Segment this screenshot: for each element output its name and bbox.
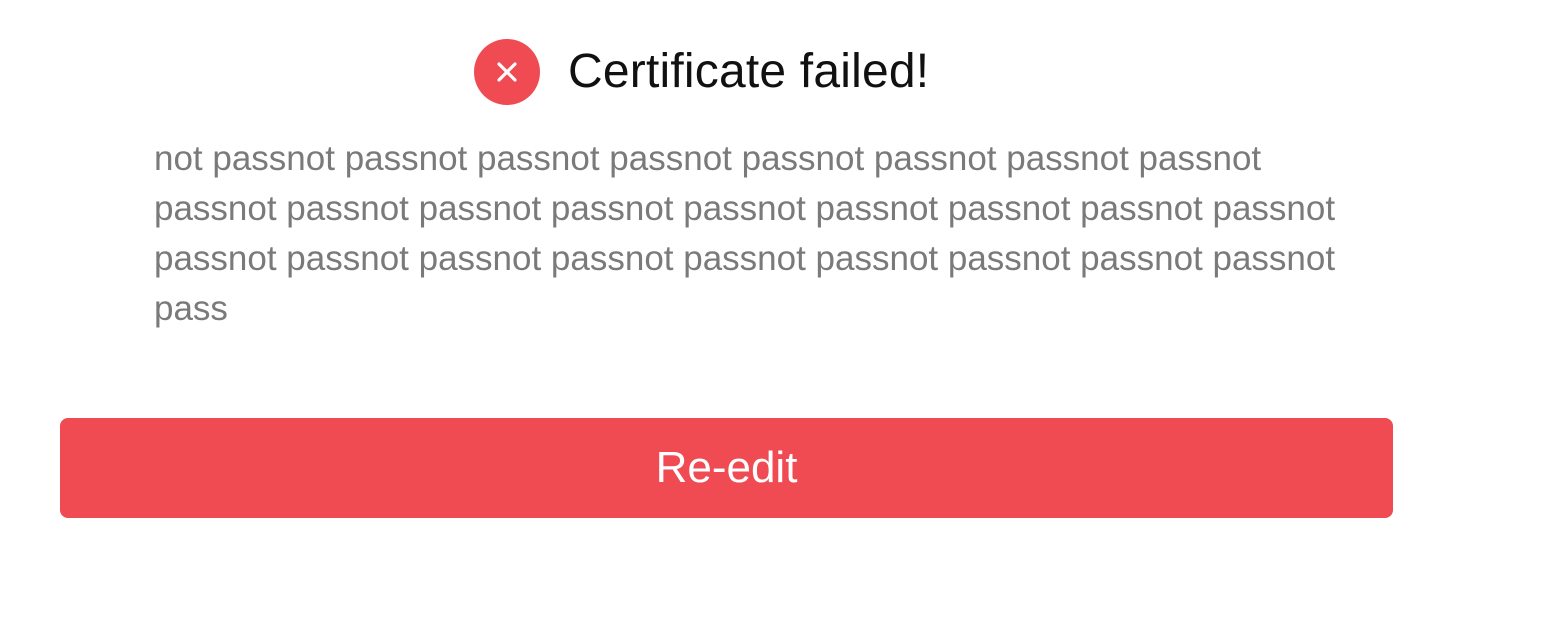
close-icon [497, 62, 517, 82]
reedit-button[interactable]: Re-edit [60, 418, 1393, 518]
result-header: Certificate failed! [474, 38, 929, 106]
certificate-result-page: Certificate failed! not passnot passnot … [0, 0, 1544, 640]
error-icon [474, 39, 540, 105]
page-title: Certificate failed! [568, 45, 930, 98]
failure-message: not passnot passnot passnot passnot pass… [154, 139, 1336, 328]
